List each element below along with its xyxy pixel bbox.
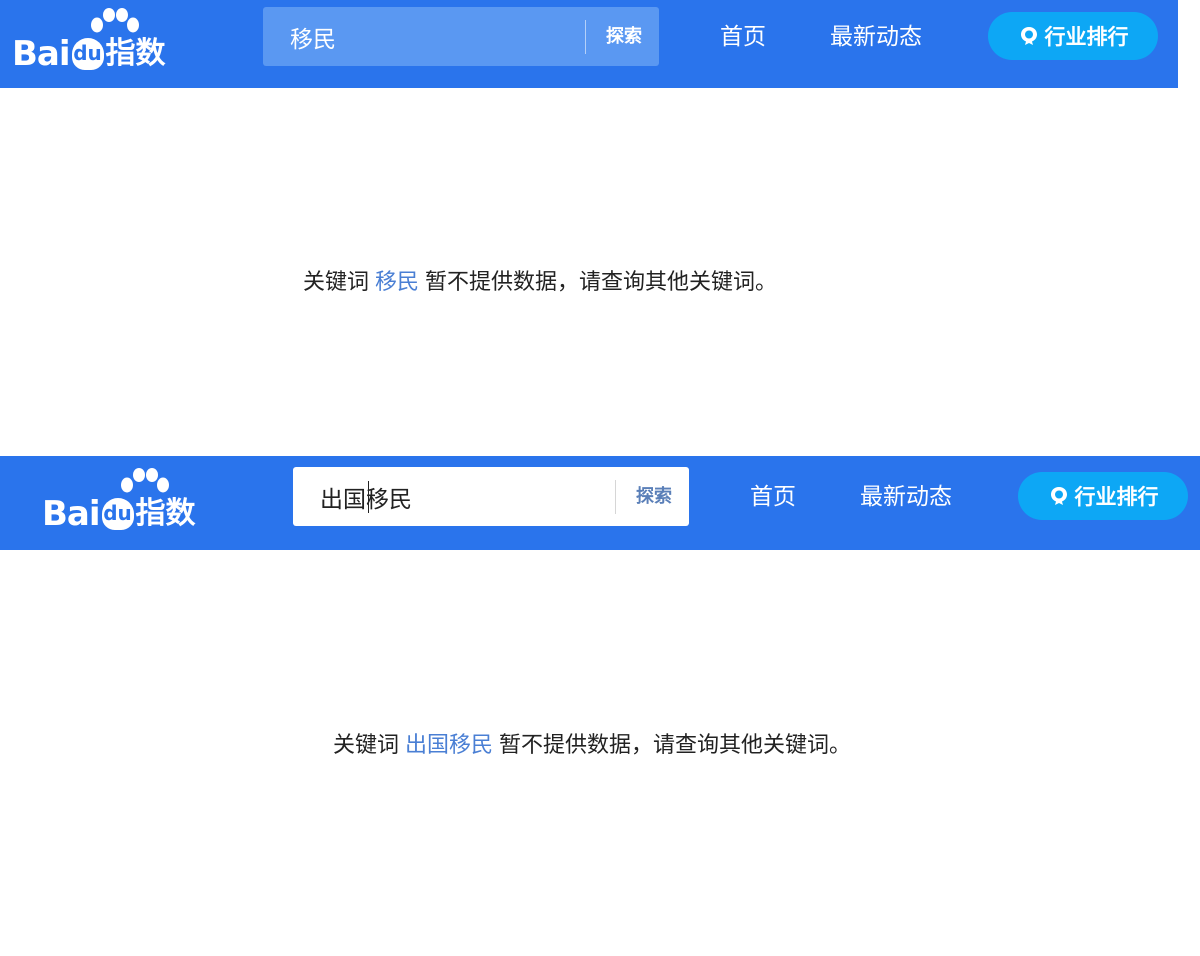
industry-ranking-label: 行业排行 (1074, 485, 1159, 509)
industry-ranking-button[interactable]: 行业排行 (988, 12, 1158, 60)
industry-ranking-label: 行业排行 (1044, 25, 1129, 49)
baidu-index-logo[interactable]: Bai du 指数 (12, 8, 192, 76)
search-box: 探索 (263, 7, 659, 66)
top-navbar: Bai du 指数 探索 首页 最新动态 行业排行 (0, 0, 1178, 88)
ranking-badge-icon (1050, 487, 1067, 505)
search-button[interactable]: 探索 (623, 467, 685, 526)
search-divider (585, 20, 586, 54)
logo-du: du (101, 498, 134, 530)
search-box: 探索 (293, 467, 689, 526)
industry-ranking-button[interactable]: 行业排行 (1018, 472, 1188, 520)
message-keyword: 移民 (375, 270, 420, 295)
screenshot-panel-2: Bai du 指数 探索 首页 最新动态 行业排行 (0, 456, 1200, 956)
baidu-index-logo[interactable]: Bai du 指数 (42, 468, 222, 536)
message-prefix: 关键词 (303, 270, 370, 295)
screenshot-panel-1: Bai du 指数 探索 首页 最新动态 行业排行 关键词移民 (0, 0, 1200, 456)
nav-home-link[interactable]: 首页 (720, 0, 766, 74)
message-suffix: 暂不提供数据，请查询其他关键词。 (425, 270, 778, 295)
ranking-badge-icon (1020, 27, 1037, 45)
search-input[interactable] (293, 467, 611, 526)
logo-zhishu: 指数 (105, 36, 166, 71)
message-suffix: 暂不提供数据，请查询其他关键词。 (499, 733, 852, 758)
search-input[interactable] (263, 7, 581, 66)
top-navbar: Bai du 指数 探索 首页 最新动态 行业排行 (0, 456, 1200, 550)
logo-du: du (71, 38, 104, 70)
no-data-message: 关键词 移民 暂不提供数据，请查询其他关键词。 (303, 264, 777, 296)
search-divider (615, 480, 616, 514)
text-cursor (368, 481, 369, 513)
no-data-message: 关键词 出国移民 暂不提供数据，请查询其他关键词。 (333, 727, 851, 759)
nav-news-link[interactable]: 最新动态 (860, 460, 952, 534)
logo-bai: Bai (12, 34, 71, 74)
nav-home-link[interactable]: 首页 (750, 460, 796, 534)
nav-news-link[interactable]: 最新动态 (830, 0, 922, 74)
message-keyword: 出国移民 (405, 733, 494, 758)
logo-bai: Bai (42, 494, 101, 534)
logo-zhishu: 指数 (135, 496, 196, 531)
search-button[interactable]: 探索 (593, 7, 655, 66)
message-prefix: 关键词 (333, 733, 400, 758)
